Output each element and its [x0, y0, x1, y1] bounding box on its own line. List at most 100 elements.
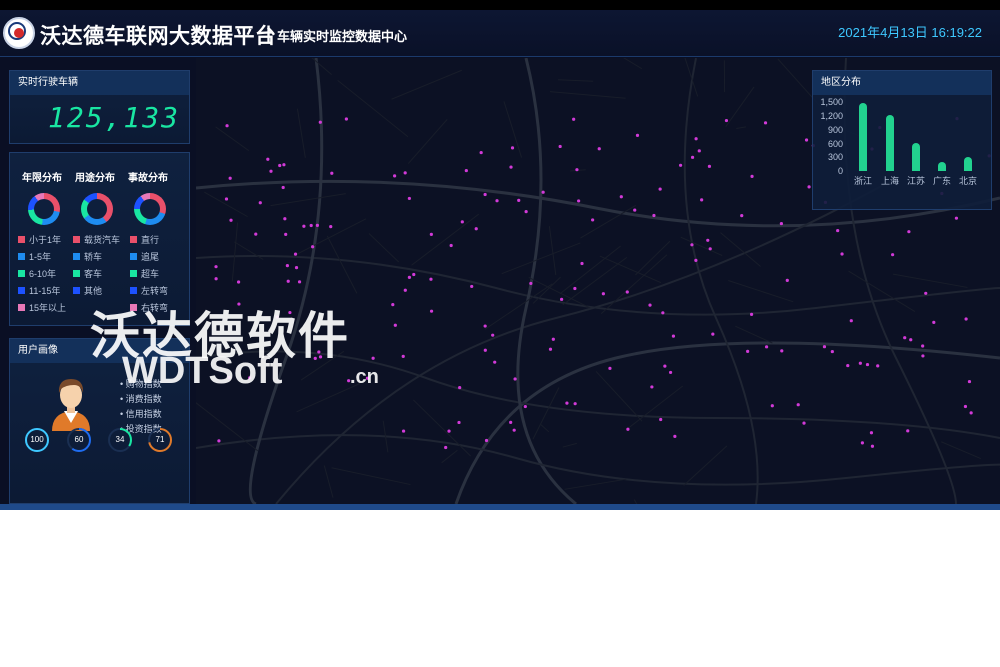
vehicle-dot: [779, 221, 784, 226]
vehicle-dot: [315, 223, 319, 227]
age-donut-chart[interactable]: [28, 193, 60, 225]
vehicle-dot: [648, 303, 652, 307]
vehicle-dot: [870, 444, 875, 448]
y-tick-label: 0: [837, 166, 843, 176]
region-bar-1[interactable]: [886, 115, 894, 171]
map-street: [623, 58, 643, 70]
vehicle-dot: [510, 146, 515, 150]
vehicle-dot: [447, 429, 451, 433]
vehicle-dot: [214, 277, 218, 281]
vehicle-dot: [652, 213, 656, 218]
brand-logo-icon: [3, 17, 35, 49]
vehicle-dot: [403, 171, 407, 175]
map-street: [627, 385, 684, 429]
vehicle-dot: [318, 120, 322, 124]
vehicle-dot: [740, 214, 744, 218]
map-street: [736, 126, 747, 129]
vehicle-dot: [460, 220, 464, 224]
vehicle-dot: [967, 379, 972, 384]
vehicle-dot: [393, 174, 397, 178]
top-strip: [0, 0, 1000, 10]
region-distribution-panel: 地区分布 1,500 1,200 900 600 300 0 浙江 上海 江苏 …: [812, 70, 992, 210]
shopping-index-value: 100: [30, 435, 44, 444]
legend-item: 小于1年: [18, 233, 61, 246]
app-title: 沃达德车联网大数据平台: [40, 25, 277, 48]
map-street: [368, 233, 400, 263]
vehicle-dot: [858, 361, 862, 365]
vehicle-dot: [708, 247, 712, 251]
vehicle-dot: [214, 265, 218, 269]
map-street: [391, 69, 462, 100]
legend-swatch: [18, 287, 25, 294]
watermark-domain: .cn: [350, 366, 379, 388]
x-tick-label: 北京: [958, 176, 977, 186]
legend-swatch: [130, 270, 137, 277]
region-bar-3[interactable]: [938, 161, 946, 171]
vehicle-dot: [969, 411, 973, 415]
use-distribution-heading: 用途分布: [75, 173, 115, 184]
consumption-index-value: 60: [74, 435, 84, 444]
vehicle-dot: [673, 434, 677, 438]
vehicle-dot: [694, 258, 698, 262]
vehicle-dot: [464, 168, 468, 173]
vehicle-dot: [796, 403, 800, 407]
region-bar-4[interactable]: [964, 157, 972, 171]
app-subtitle: 车辆实时监控数据中心: [277, 29, 408, 44]
vehicle-dot: [449, 243, 453, 248]
vehicle-dot: [580, 261, 584, 266]
vehicle-dot: [668, 370, 673, 375]
legend-swatch: [18, 253, 25, 260]
legend-item: 轿车: [73, 250, 102, 263]
map-street: [557, 79, 594, 82]
vehicle-dot: [524, 210, 528, 214]
vehicle-dot: [483, 192, 487, 197]
vehicle-dot: [225, 124, 229, 128]
map-street: [562, 256, 628, 306]
vehicle-dot: [572, 117, 576, 121]
vehicle-dot: [869, 431, 874, 435]
vehicle-dot: [932, 320, 936, 324]
map-street: [559, 245, 621, 295]
use-donut-chart[interactable]: [81, 193, 113, 225]
vehicle-dot: [597, 147, 601, 151]
vehicle-dot: [963, 404, 968, 409]
vehicle-dot: [830, 349, 834, 354]
map-street: [562, 442, 577, 448]
legend-swatch: [18, 304, 25, 311]
vehicle-dot: [619, 195, 623, 199]
legend-swatch: [73, 253, 80, 260]
map-street: [599, 255, 662, 284]
vehicle-dot: [909, 338, 913, 342]
vehicle-dot: [608, 366, 612, 370]
vehicle-dot: [311, 245, 315, 249]
map-street: [680, 236, 723, 256]
legend-swatch: [73, 270, 80, 277]
vehicle-dot: [690, 243, 694, 247]
region-bar-2[interactable]: [912, 143, 920, 171]
vehicle-dot: [444, 445, 448, 450]
vehicle-dot: [924, 291, 928, 295]
credit-index-item: • 信用指数: [120, 409, 162, 419]
vehicle-dot: [577, 199, 581, 203]
vehicle-dot: [401, 354, 405, 359]
vehicle-dot: [294, 266, 299, 270]
map-road: [454, 341, 1000, 504]
map-street: [215, 126, 250, 152]
vehicle-dot: [512, 428, 516, 432]
map-street: [326, 235, 358, 294]
vehicle-dot: [625, 290, 629, 294]
realtime-vehicles-panel: 实时行驶车辆 125,133: [9, 70, 190, 144]
map-road: [683, 58, 759, 504]
vehicle-dot: [573, 286, 577, 291]
vehicle-dot: [724, 118, 729, 123]
map-street: [411, 213, 480, 266]
realtime-vehicle-count: 125,133: [48, 101, 181, 134]
map-road: [516, 58, 577, 504]
vehicle-dot: [865, 362, 870, 367]
accident-donut-chart[interactable]: [134, 193, 166, 225]
vehicle-dot: [548, 347, 553, 351]
vehicle-dot: [785, 278, 789, 282]
title-separator: |: [266, 23, 272, 43]
vehicle-dot: [954, 216, 959, 220]
region-bar-0[interactable]: [859, 103, 867, 171]
